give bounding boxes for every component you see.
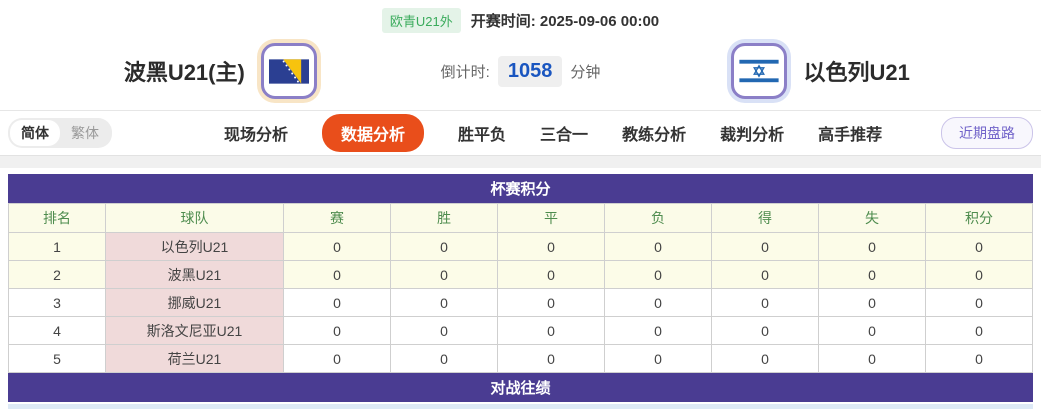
tab-coach-analysis[interactable]: 教练分析 (622, 121, 686, 145)
countdown-unit: 分钟 (570, 63, 601, 81)
rank-cell: 1 (8, 232, 106, 261)
countdown-label: 倒计时: (440, 63, 490, 81)
away-team-side: 以色列U21 (600, 43, 1041, 99)
countdown-value: 1058 (497, 55, 563, 87)
away-team-name: 以色列U21 (803, 60, 910, 85)
col-goals-for: 得 (711, 203, 819, 233)
col-wins: 胜 (390, 203, 498, 233)
head-to-head-title: 对战往绩 (8, 373, 1033, 402)
col-losses: 负 (604, 203, 712, 233)
language-toggle[interactable]: 简体 繁体 (8, 118, 112, 148)
stat-cell: 0 (604, 232, 712, 261)
match-info-bar: 欧青U21外 开赛时间: 2025-09-06 00:00 (0, 0, 1041, 33)
analysis-nav: 简体 繁体 现场分析 数据分析 胜平负 三合一 教练分析 裁判分析 高手推荐 近… (0, 110, 1041, 155)
stat-cell: 0 (711, 232, 819, 261)
standings-title: 杯赛积分 (8, 174, 1033, 203)
table-row: 2 波黑U21 0 0 0 0 0 0 0 (8, 260, 1033, 289)
stat-cell: 0 (925, 316, 1033, 345)
stat-cell: 0 (497, 344, 605, 373)
lang-traditional[interactable]: 繁体 (60, 120, 110, 146)
col-draws: 平 (497, 203, 605, 233)
stat-cell: 0 (818, 288, 926, 317)
stat-cell: 0 (390, 260, 498, 289)
stat-cell: 0 (604, 260, 712, 289)
home-team-name: 波黑U21(主) (123, 60, 245, 85)
league-badge: 欧青U21外 (381, 8, 461, 33)
stat-cell: 0 (497, 232, 605, 261)
rank-cell: 2 (8, 260, 106, 289)
col-team: 球队 (105, 203, 284, 233)
stat-cell: 0 (711, 316, 819, 345)
stat-cell: 0 (497, 260, 605, 289)
standings-header-row: 排名 球队 赛 胜 平 负 得 失 积分 (8, 203, 1033, 233)
stat-cell: 0 (283, 288, 391, 317)
kickoff-value: 2025-09-06 00:00 (539, 13, 660, 30)
cup-standings-section: 杯赛积分 排名 球队 赛 胜 平 负 得 失 积分 1 以色列U21 0 0 0… (8, 174, 1033, 373)
col-rank: 排名 (8, 203, 106, 233)
tab-referee-analysis[interactable]: 裁判分析 (720, 121, 784, 145)
stat-cell: 0 (497, 316, 605, 345)
rank-cell: 5 (8, 344, 106, 373)
bosnia-flag (268, 58, 309, 84)
stat-cell: 0 (390, 232, 498, 261)
stat-cell: 0 (283, 260, 391, 289)
israel-flag (739, 57, 780, 85)
standings-table: 排名 球队 赛 胜 平 负 得 失 积分 1 以色列U21 0 0 0 0 0 … (8, 203, 1033, 373)
stat-cell: 0 (390, 316, 498, 345)
stat-cell: 0 (604, 288, 712, 317)
tab-list: 现场分析 数据分析 胜平负 三合一 教练分析 裁判分析 高手推荐 (224, 114, 882, 152)
stat-cell: 0 (925, 260, 1033, 289)
countdown: 倒计时: 1058 分钟 (440, 55, 601, 87)
stat-cell: 0 (818, 260, 926, 289)
next-table-edge (8, 404, 1033, 409)
tab-win-draw-lose[interactable]: 胜平负 (458, 121, 506, 145)
team-cell: 斯洛文尼亚U21 (105, 316, 284, 345)
team-cell: 荷兰U21 (105, 344, 284, 373)
stat-cell: 0 (390, 344, 498, 373)
stat-cell: 0 (818, 316, 926, 345)
home-team-side: 波黑U21(主) (0, 43, 441, 99)
table-row: 1 以色列U21 0 0 0 0 0 0 0 (8, 232, 1033, 261)
tab-data-analysis[interactable]: 数据分析 (322, 114, 425, 152)
stat-cell: 0 (925, 344, 1033, 373)
stat-cell: 0 (711, 288, 819, 317)
rank-cell: 3 (8, 288, 106, 317)
stat-cell: 0 (925, 232, 1033, 261)
section-divider (0, 155, 1041, 168)
israel-flag-icon (731, 43, 788, 99)
stat-cell: 0 (497, 288, 605, 317)
stat-cell: 0 (283, 316, 391, 345)
stat-cell: 0 (283, 344, 391, 373)
recent-odds-button[interactable]: 近期盘路 (941, 117, 1033, 149)
stat-cell: 0 (711, 260, 819, 289)
col-played: 赛 (283, 203, 391, 233)
rank-cell: 4 (8, 316, 106, 345)
lang-simplified[interactable]: 简体 (10, 120, 60, 146)
stat-cell: 0 (604, 316, 712, 345)
tab-live-analysis[interactable]: 现场分析 (224, 121, 288, 145)
kickoff-time: 开赛时间: 2025-09-06 00:00 (471, 10, 659, 31)
stat-cell: 0 (711, 344, 819, 373)
stat-cell: 0 (818, 232, 926, 261)
stat-cell: 0 (283, 232, 391, 261)
team-cell: 挪威U21 (105, 288, 284, 317)
stat-cell: 0 (818, 344, 926, 373)
team-cell: 波黑U21 (105, 260, 284, 289)
bosnia-flag-icon (260, 43, 317, 99)
kickoff-label: 开赛时间: (470, 13, 536, 30)
table-row: 3 挪威U21 0 0 0 0 0 0 0 (8, 288, 1033, 317)
stat-cell: 0 (390, 288, 498, 317)
team-header: 波黑U21(主) 倒计时: 1058 分钟 以色列U21 (0, 32, 1041, 110)
col-goals-against: 失 (818, 203, 926, 233)
tab-three-in-one[interactable]: 三合一 (540, 121, 588, 145)
col-points: 积分 (925, 203, 1033, 233)
stat-cell: 0 (925, 288, 1033, 317)
team-cell: 以色列U21 (105, 232, 284, 261)
stat-cell: 0 (604, 344, 712, 373)
table-row: 5 荷兰U21 0 0 0 0 0 0 0 (8, 344, 1033, 373)
tab-expert-picks[interactable]: 高手推荐 (818, 121, 882, 145)
table-row: 4 斯洛文尼亚U21 0 0 0 0 0 0 0 (8, 316, 1033, 345)
